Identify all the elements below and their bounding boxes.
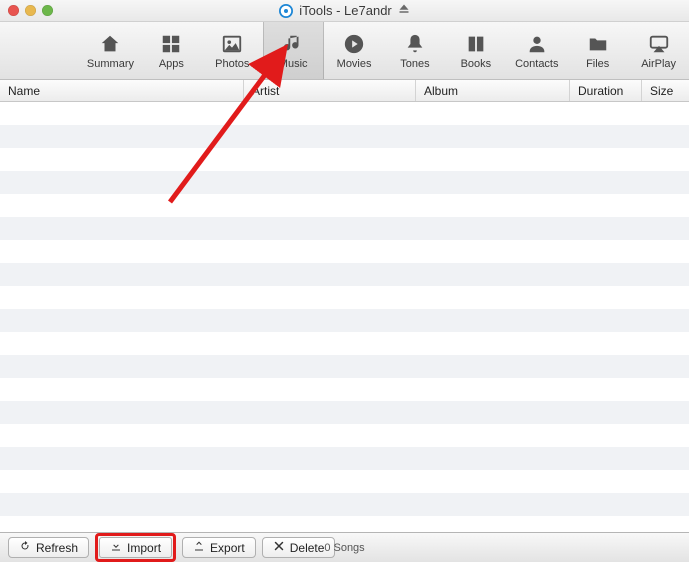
title-bar: iTools - Le7andr xyxy=(0,0,689,22)
eject-icon[interactable] xyxy=(398,3,410,18)
table-row xyxy=(0,194,689,217)
tab-movies[interactable]: Movies xyxy=(324,22,385,79)
table-row xyxy=(0,493,689,516)
tab-files[interactable]: Files xyxy=(567,22,628,79)
tab-airplay[interactable]: AirPlay xyxy=(628,22,689,79)
zoom-window-button[interactable] xyxy=(42,5,53,16)
table-row xyxy=(0,401,689,424)
column-duration[interactable]: Duration xyxy=(570,80,642,101)
column-artist[interactable]: Artist xyxy=(244,80,416,101)
tab-label: Tones xyxy=(400,58,429,70)
column-size[interactable]: Size xyxy=(642,80,689,101)
column-name[interactable]: Name xyxy=(0,80,244,101)
table-row xyxy=(0,309,689,332)
table-row xyxy=(0,516,689,532)
song-list[interactable] xyxy=(0,102,689,532)
window-title-text: iTools - Le7andr xyxy=(299,3,392,18)
tab-summary[interactable]: Summary xyxy=(80,22,141,79)
tab-label: Movies xyxy=(337,58,372,70)
table-row xyxy=(0,171,689,194)
music-icon xyxy=(280,32,306,56)
close-window-button[interactable] xyxy=(8,5,19,16)
refresh-button[interactable]: Refresh xyxy=(8,537,89,558)
table-row xyxy=(0,148,689,171)
tab-tones[interactable]: Tones xyxy=(385,22,446,79)
table-row xyxy=(0,263,689,286)
folder-icon xyxy=(585,32,611,56)
tab-apps[interactable]: Apps xyxy=(141,22,202,79)
bottom-toolbar: Refresh Import Export Delete 0 Songs xyxy=(0,532,689,562)
export-icon xyxy=(193,540,205,555)
tab-label: Contacts xyxy=(515,58,558,70)
table-row xyxy=(0,470,689,493)
tab-contacts[interactable]: Contacts xyxy=(506,22,567,79)
status-song-count: 0 Songs xyxy=(324,542,364,554)
toolbar: Summary Apps Photos Music Movies Tones B… xyxy=(0,22,689,80)
column-headers: Name Artist Album Duration Size xyxy=(0,80,689,102)
window-controls xyxy=(0,5,53,16)
delete-icon xyxy=(273,540,285,555)
import-icon xyxy=(110,540,122,555)
table-row xyxy=(0,424,689,447)
tab-label: Music xyxy=(279,58,308,70)
table-row xyxy=(0,217,689,240)
home-icon xyxy=(97,32,123,56)
refresh-label: Refresh xyxy=(36,541,78,555)
column-album[interactable]: Album xyxy=(416,80,570,101)
import-highlight-box: Import xyxy=(95,533,176,562)
minimize-window-button[interactable] xyxy=(25,5,36,16)
table-row xyxy=(0,447,689,470)
movies-icon xyxy=(341,32,367,56)
import-button[interactable]: Import xyxy=(99,537,172,558)
table-row xyxy=(0,102,689,125)
export-button[interactable]: Export xyxy=(182,537,256,558)
export-label: Export xyxy=(210,541,245,555)
window-title: iTools - Le7andr xyxy=(0,3,689,18)
tab-books[interactable]: Books xyxy=(445,22,506,79)
bell-icon xyxy=(402,32,428,56)
apps-icon xyxy=(158,32,184,56)
tab-label: Books xyxy=(461,58,492,70)
table-row xyxy=(0,355,689,378)
books-icon xyxy=(463,32,489,56)
airplay-icon xyxy=(646,32,672,56)
import-label: Import xyxy=(127,541,161,555)
tab-music[interactable]: Music xyxy=(263,22,324,79)
table-row xyxy=(0,286,689,309)
table-row xyxy=(0,378,689,401)
tab-label: Photos xyxy=(215,58,249,70)
tab-label: Summary xyxy=(87,58,134,70)
refresh-icon xyxy=(19,540,31,555)
tab-label: AirPlay xyxy=(641,58,676,70)
itools-app-icon xyxy=(279,4,293,18)
tab-label: Apps xyxy=(159,58,184,70)
table-row xyxy=(0,240,689,263)
contacts-icon xyxy=(524,32,550,56)
photos-icon xyxy=(219,32,245,56)
table-row xyxy=(0,332,689,355)
table-row xyxy=(0,125,689,148)
delete-label: Delete xyxy=(290,541,325,555)
tab-label: Files xyxy=(586,58,609,70)
tab-photos[interactable]: Photos xyxy=(202,22,263,79)
